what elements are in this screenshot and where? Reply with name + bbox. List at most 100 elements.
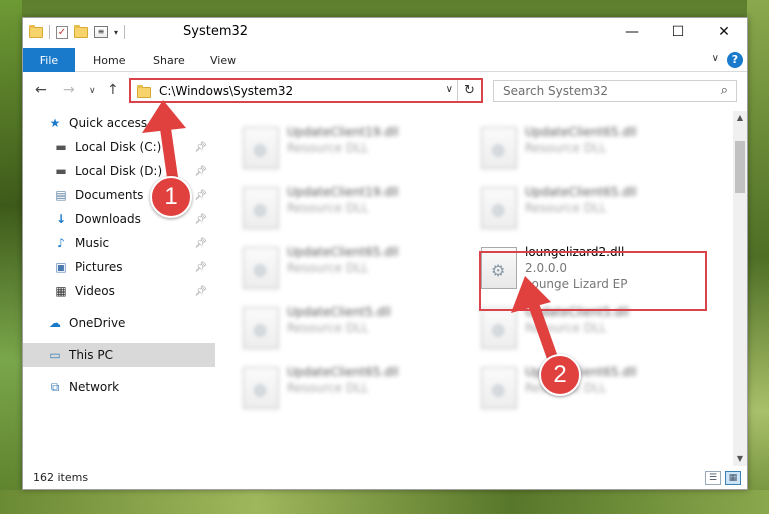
file-description: Resource DLL — [525, 321, 607, 335]
file-name: UpdateClient65.dll — [287, 365, 399, 379]
address-bar[interactable]: C:\Windows\System32 ∨ ↻ — [129, 78, 483, 103]
status-bar: 162 items ☰ ▦ — [23, 468, 747, 489]
nav-item-label: Downloads — [75, 212, 141, 226]
tiles-view-icon[interactable]: ▦ — [725, 471, 741, 485]
nav-item-network[interactable]: ⧉ Network — [23, 375, 215, 399]
scrollbar-thumb[interactable] — [735, 141, 745, 193]
pin-icon[interactable]: 📌︎ — [194, 190, 207, 201]
music-icon: ♪ — [57, 236, 65, 250]
file-highlight-box — [479, 251, 707, 311]
nav-item-onedrive[interactable]: ☁ OneDrive — [23, 311, 215, 335]
scroll-up-icon[interactable]: ▲ — [733, 111, 747, 125]
properties-icon[interactable]: ≡ — [94, 26, 108, 38]
file-description: Resource DLL — [287, 141, 369, 155]
address-dropdown-icon[interactable]: ∨ — [446, 84, 453, 95]
nav-item-label: Music — [75, 236, 110, 250]
dll-file-icon — [243, 307, 279, 349]
search-placeholder: Search System32 — [503, 84, 609, 98]
nav-item-label: Videos — [75, 284, 115, 298]
nav-item-local-disk-d[interactable]: ▬ Local Disk (D:) 📌︎ — [23, 159, 215, 183]
step-badge-1: 1 — [150, 176, 192, 218]
folder-icon — [137, 85, 151, 98]
file-item[interactable]: UpdateClient65.dll Resource DLL — [477, 359, 707, 417]
forward-arrow-icon[interactable]: → — [63, 82, 75, 98]
help-icon[interactable]: ? — [727, 52, 743, 68]
pin-icon[interactable]: 📌︎ — [194, 214, 207, 225]
ribbon-tabs: File Home Share View ∨ ? — [23, 48, 747, 72]
scroll-down-icon[interactable]: ▼ — [733, 452, 747, 466]
nav-item-quick-access[interactable]: ★ Quick access — [23, 111, 215, 135]
tab-home[interactable]: Home — [93, 48, 125, 72]
nav-item-label: Local Disk (D:) — [75, 164, 163, 178]
cloud-icon: ☁ — [49, 316, 61, 330]
tab-view[interactable]: View — [210, 48, 236, 72]
file-name: UpdateClient65.dll — [525, 185, 637, 199]
pin-icon[interactable]: 📌︎ — [194, 286, 207, 297]
file-description: Resource DLL — [287, 201, 369, 215]
file-item[interactable]: UpdateClient5.dll Resource DLL — [239, 299, 469, 357]
pin-icon[interactable]: 📌︎ — [194, 262, 207, 273]
folder-icon — [29, 24, 43, 38]
customize-toolbar-dropdown-icon[interactable]: ▾ — [114, 28, 118, 37]
new-folder-icon[interactable] — [74, 24, 88, 38]
file-description: Resource DLL — [287, 321, 369, 335]
navigation-row: ← → ∨ ↑ C:\Windows\System32 ∨ ↻ Search S… — [23, 74, 747, 108]
properties-check-icon[interactable]: ✓ — [56, 25, 68, 39]
nav-item-label: Quick access — [69, 116, 148, 130]
network-icon: ⧉ — [50, 379, 60, 394]
nav-item-music[interactable]: ♪ Music 📌︎ — [23, 231, 215, 255]
file-description: Resource DLL — [525, 141, 607, 155]
nav-item-label: Local Disk (C:) — [75, 140, 162, 154]
vertical-scrollbar[interactable]: ▲ ▼ — [733, 111, 747, 466]
nav-item-label: This PC — [69, 348, 113, 362]
title-bar: ✓ ≡ ▾ System32 — ☐ ✕ — [23, 18, 747, 46]
nav-item-local-disk-c[interactable]: ▬ Local Disk (C:) 📌︎ — [23, 135, 215, 159]
nav-item-label: Pictures — [75, 260, 123, 274]
tab-share[interactable]: Share — [153, 48, 185, 72]
file-name: UpdateClient19.dll — [287, 185, 399, 199]
desktop-background-bottom — [0, 490, 769, 514]
drive-icon: ▬ — [55, 140, 67, 154]
desktop-background-left — [0, 0, 22, 514]
dll-file-icon — [481, 307, 517, 349]
downloads-icon: ↓ — [55, 212, 67, 226]
toolbar-separator — [124, 25, 126, 39]
details-view-icon[interactable]: ☰ — [705, 471, 721, 485]
maximize-button[interactable]: ☐ — [655, 18, 701, 46]
nav-item-label: OneDrive — [69, 316, 126, 330]
drive-icon: ▬ — [55, 164, 67, 178]
pin-icon[interactable]: 📌︎ — [194, 166, 207, 177]
window-controls: — ☐ ✕ — [609, 18, 747, 46]
nav-item-pictures[interactable]: ▣ Pictures 📌︎ — [23, 255, 215, 279]
tab-file[interactable]: File — [23, 48, 75, 72]
dll-file-icon — [243, 187, 279, 229]
pin-icon[interactable]: 📌︎ — [194, 238, 207, 249]
window-title: System32 — [183, 24, 249, 39]
back-arrow-icon[interactable]: ← — [35, 82, 47, 98]
search-input[interactable]: Search System32 ⌕ — [493, 80, 737, 102]
file-description: Resource DLL — [525, 201, 607, 215]
refresh-button[interactable]: ↻ — [457, 80, 481, 101]
minimize-button[interactable]: — — [609, 18, 655, 46]
pin-icon[interactable]: 📌︎ — [194, 142, 207, 153]
recent-locations-chevron-icon[interactable]: ∨ — [89, 86, 96, 96]
item-count: 162 items — [33, 471, 89, 484]
dll-file-icon — [481, 367, 517, 409]
nav-item-this-pc[interactable]: ▭ This PC — [23, 343, 215, 367]
file-item[interactable]: UpdateClient19.dll Resource DLL — [239, 119, 469, 177]
file-item[interactable]: UpdateClient65.dll Resource DLL — [239, 239, 469, 297]
step-badge-2: 2 — [539, 354, 581, 396]
file-item[interactable]: UpdateClient19.dll Resource DLL — [239, 179, 469, 237]
search-icon[interactable]: ⌕ — [721, 83, 728, 98]
file-item[interactable]: UpdateClient65.dll Resource DLL — [477, 119, 707, 177]
nav-item-videos[interactable]: ▦ Videos 📌︎ — [23, 279, 215, 303]
file-item[interactable]: UpdateClient65.dll Resource DLL — [477, 179, 707, 237]
file-description: Resource DLL — [287, 381, 369, 395]
file-description: Resource DLL — [287, 261, 369, 275]
file-item[interactable]: UpdateClient65.dll Resource DLL — [239, 359, 469, 417]
expand-ribbon-icon[interactable]: ∨ — [712, 53, 719, 64]
up-arrow-icon[interactable]: ↑ — [107, 82, 119, 98]
quick-access-toolbar: ✓ ≡ ▾ — [29, 24, 126, 40]
computer-icon: ▭ — [49, 348, 61, 362]
close-button[interactable]: ✕ — [701, 18, 747, 46]
